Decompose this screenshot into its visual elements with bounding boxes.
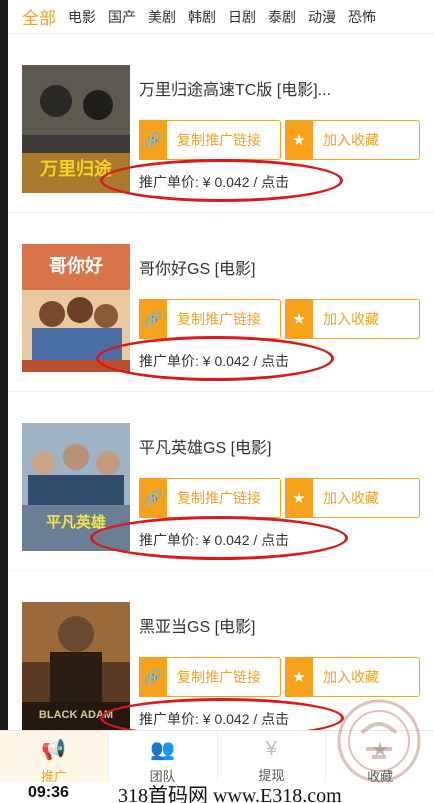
link-icon: 🔗	[139, 657, 167, 697]
poster-image: 万里归途	[22, 65, 130, 193]
category-tab-all[interactable]: 全部	[22, 4, 56, 29]
add-favorite-label: 加入收藏	[323, 132, 379, 148]
copy-link-button[interactable]: 🔗 复制推广链接	[139, 478, 281, 518]
star-icon: ★	[285, 299, 313, 339]
add-favorite-label: 加入收藏	[323, 669, 379, 685]
copy-link-label: 复制推广链接	[177, 669, 261, 685]
item-title[interactable]: 平凡英雄GS [电影]	[139, 434, 271, 458]
list-item: 哥你好 哥你好GS [电影] 🔗 复制推广链接 ★ 加入收藏 推广单价: ¥ 0…	[8, 213, 434, 392]
add-favorite-button[interactable]: ★ 加入收藏	[285, 657, 420, 697]
promotion-list: 万里归途 万里归途高速TC版 [电影]... 🔗 复制推广链接 ★ 加入收藏 推…	[8, 34, 434, 750]
movie-poster[interactable]: BLACK ADAM	[22, 602, 130, 730]
item-title[interactable]: 万里归途高速TC版 [电影]...	[139, 76, 331, 100]
poster-image: 哥你好	[22, 244, 130, 372]
poster-text: 平凡英雄	[46, 513, 106, 531]
category-nav: 全部 电影 国产 美剧 韩剧 日剧 泰剧 动漫 恐怖	[8, 0, 434, 34]
unit-price: 推广单价: ¥ 0.042 / 点击	[139, 711, 290, 727]
copy-link-label: 复制推广链接	[177, 490, 261, 506]
add-favorite-label: 加入收藏	[323, 311, 379, 327]
left-edge-bar	[0, 0, 8, 730]
category-tab-movie[interactable]: 电影	[68, 7, 96, 27]
poster-image: BLACK ADAM	[22, 602, 130, 730]
list-item: BLACK ADAM 黑亚当GS [电影] 🔗 复制推广链接 ★ 加入收藏 推广…	[8, 571, 434, 750]
link-icon: 🔗	[139, 120, 167, 160]
item-title[interactable]: 黑亚当GS [电影]	[139, 613, 255, 637]
movie-poster[interactable]: 平凡英雄	[22, 423, 130, 551]
watermark-text: 318首码网 www.E318.com	[118, 785, 342, 803]
poster-image: 平凡英雄	[22, 423, 130, 551]
category-tab-horror[interactable]: 恐怖	[348, 7, 376, 27]
favorites-icon: ★	[371, 738, 390, 761]
copy-link-button[interactable]: 🔗 复制推广链接	[139, 657, 281, 697]
category-tab-anime[interactable]: 动漫	[308, 7, 336, 27]
add-favorite-label: 加入收藏	[323, 490, 379, 506]
unit-price: 推广单价: ¥ 0.042 / 点击	[139, 353, 290, 369]
movie-poster[interactable]: 哥你好	[22, 244, 130, 372]
copy-link-label: 复制推广链接	[177, 311, 261, 327]
movie-poster[interactable]: 万里归途	[22, 65, 130, 193]
list-item: 平凡英雄 平凡英雄GS [电影] 🔗 复制推广链接 ★ 加入收藏 推广单价: ¥…	[8, 392, 434, 571]
item-title[interactable]: 哥你好GS [电影]	[139, 255, 255, 279]
add-favorite-button[interactable]: ★ 加入收藏	[285, 478, 420, 518]
add-favorite-button[interactable]: ★ 加入收藏	[285, 299, 420, 339]
copy-link-button[interactable]: 🔗 复制推广链接	[139, 299, 281, 339]
star-icon: ★	[285, 478, 313, 518]
status-time: 09:36	[28, 784, 69, 801]
link-icon: 🔗	[139, 299, 167, 339]
unit-price: 推广单价: ¥ 0.042 / 点击	[139, 532, 290, 548]
add-favorite-button[interactable]: ★ 加入收藏	[285, 120, 420, 160]
star-icon: ★	[285, 120, 313, 160]
category-tab-us-drama[interactable]: 美剧	[148, 7, 176, 27]
poster-text: 哥你好	[49, 255, 103, 276]
unit-price: 推广单价: ¥ 0.042 / 点击	[139, 174, 290, 190]
category-tab-j-drama[interactable]: 日剧	[228, 7, 256, 27]
category-tab-domestic[interactable]: 国产	[108, 7, 136, 27]
poster-text: BLACK ADAM	[39, 709, 113, 721]
withdraw-icon: ¥	[265, 737, 277, 760]
megaphone-icon: 📢	[41, 738, 67, 761]
poster-text: 万里归途	[39, 158, 113, 179]
team-icon: 👥	[150, 738, 176, 761]
star-icon: ★	[285, 657, 313, 697]
category-tab-thai-drama[interactable]: 泰剧	[268, 7, 296, 27]
link-icon: 🔗	[139, 478, 167, 518]
copy-link-button[interactable]: 🔗 复制推广链接	[139, 120, 281, 160]
category-tab-k-drama[interactable]: 韩剧	[188, 7, 216, 27]
list-item: 万里归途 万里归途高速TC版 [电影]... 🔗 复制推广链接 ★ 加入收藏 推…	[8, 34, 434, 213]
copy-link-label: 复制推广链接	[177, 132, 261, 148]
